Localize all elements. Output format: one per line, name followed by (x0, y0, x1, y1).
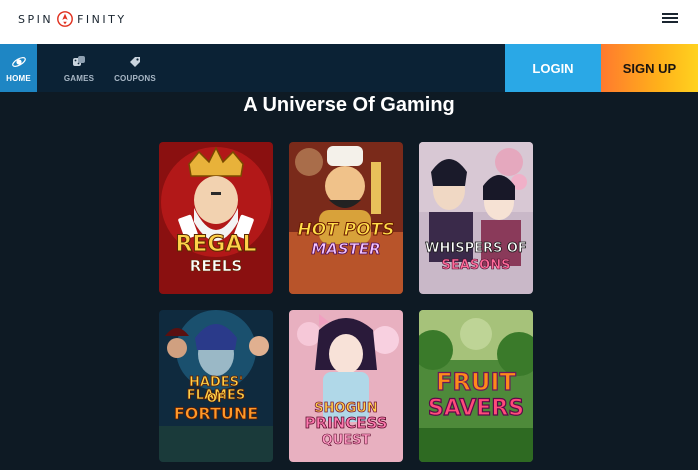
logo-mark-icon (57, 11, 74, 27)
page-title: A Universe Of Gaming (243, 94, 455, 116)
game-tile-hot-pots-master[interactable]: HOT POTS MASTER (289, 142, 403, 294)
hamburger-icon[interactable] (661, 11, 679, 25)
nav-item-label: HOME (6, 73, 31, 83)
nav-item-label: GAMES (63, 73, 95, 83)
nav-item-home[interactable]: HOME (0, 44, 37, 92)
game-subtitle: SEASONS (441, 258, 511, 273)
game-title: HOT POTS (297, 220, 395, 240)
game-subtitle: MASTER (311, 240, 381, 258)
brand-logo[interactable]: SPIN FINITY (18, 10, 127, 28)
rocket-icon (11, 56, 26, 67)
coupon-icon (130, 56, 140, 67)
game-tile-shogun-princess-quest[interactable]: SHOGUN PRINCESS QUEST (289, 310, 403, 462)
game-subtitle: QUEST (321, 433, 371, 448)
login-button[interactable]: LOGIN (505, 44, 601, 92)
dice-icon (73, 55, 85, 66)
game-thumbnail (289, 142, 403, 294)
game-title: REGAL (175, 232, 257, 257)
nav-item-games[interactable]: GAMES (58, 44, 100, 92)
nav-item-coupons[interactable]: COUPONS (113, 44, 157, 92)
logo-text-left: SPIN (18, 12, 54, 26)
game-title: WHISPERS OF (425, 241, 527, 256)
game-tile-hades-flames-of-fortune[interactable]: HADES' FLAMES OF FORTUNE (159, 310, 273, 462)
game-tile-whispers-of-seasons[interactable]: WHISPERS OF SEASONS (419, 142, 533, 294)
game-title-middle: OF (206, 391, 226, 405)
logo-text-right: FINITY (77, 12, 127, 26)
game-tile-regal-reels[interactable]: REGAL REELS (159, 142, 273, 294)
game-title: FRUIT (436, 368, 517, 396)
game-title-middle: PRINCESS (304, 414, 388, 432)
nav-item-label: COUPONS (114, 73, 156, 83)
game-subtitle: SAVERS (427, 396, 525, 421)
game-subtitle: REELS (189, 257, 243, 275)
game-tile-fruit-savers[interactable]: FRUIT SAVERS (419, 310, 533, 462)
signup-button[interactable]: SIGN UP (601, 44, 698, 92)
top-header: SPIN FINITY (0, 0, 698, 44)
game-subtitle: FORTUNE (173, 404, 259, 423)
